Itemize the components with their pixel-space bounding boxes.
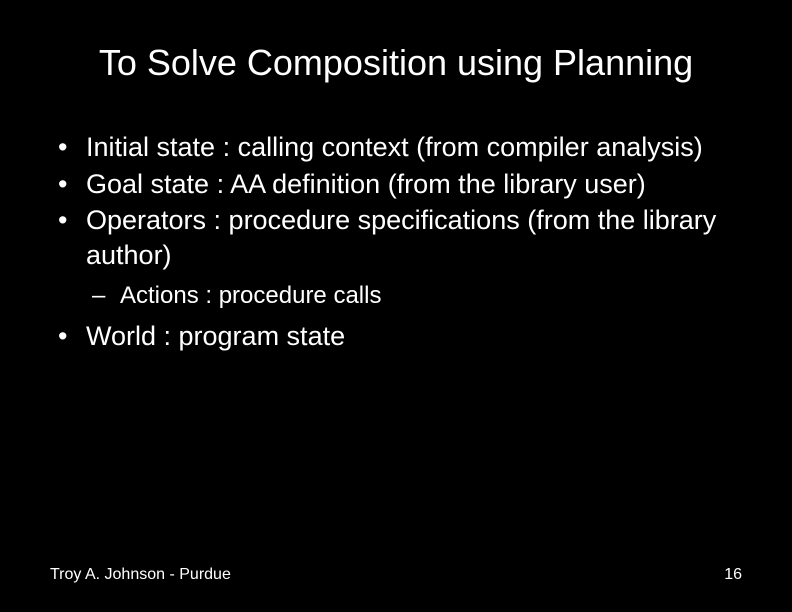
list-item-text: Goal state : AA definition (from the lib…: [86, 169, 646, 199]
list-item: Operators : procedure specifications (fr…: [50, 203, 742, 311]
list-item: Actions : procedure calls: [86, 280, 742, 311]
slide-footer: Troy A. Johnson - Purdue 16: [0, 566, 792, 584]
list-item-text: Initial state : calling context (from co…: [86, 132, 703, 162]
slide-content: Initial state : calling context (from co…: [0, 94, 792, 354]
footer-author: Troy A. Johnson - Purdue: [50, 566, 231, 584]
list-item-text: Operators : procedure specifications (fr…: [86, 205, 716, 270]
list-item-text: World : program state: [86, 321, 345, 351]
bullet-list: Initial state : calling context (from co…: [50, 130, 742, 354]
slide: To Solve Composition using Planning Init…: [0, 0, 792, 612]
list-item: World : program state: [50, 319, 742, 354]
list-item: Goal state : AA definition (from the lib…: [50, 167, 742, 202]
sub-bullet-list: Actions : procedure calls: [86, 280, 742, 311]
footer-page-number: 16: [724, 566, 742, 584]
list-item: Initial state : calling context (from co…: [50, 130, 742, 165]
slide-title: To Solve Composition using Planning: [0, 0, 792, 94]
list-item-text: Actions : procedure calls: [120, 282, 381, 309]
